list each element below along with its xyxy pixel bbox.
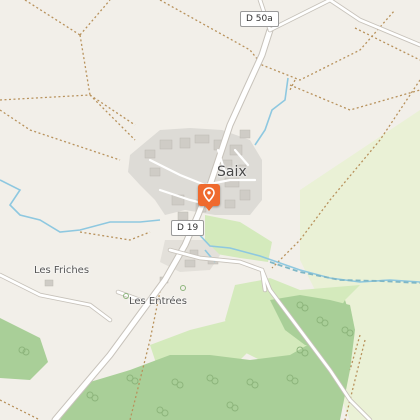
road-shield-d50a: D 50a — [240, 11, 279, 27]
road-shield-d19: D 19 — [171, 220, 205, 236]
place-label-les-friches: Les Friches — [34, 265, 90, 276]
place-label-les-entrees: Les Entrées — [129, 296, 187, 307]
location-pin-icon — [203, 187, 215, 202]
marker-pointer — [205, 206, 213, 211]
place-label-saix: Saix — [217, 164, 247, 180]
map-view[interactable]: D 50a D 19 Saix Les Friches Les Entrées — [0, 0, 420, 420]
location-marker[interactable] — [198, 184, 220, 211]
